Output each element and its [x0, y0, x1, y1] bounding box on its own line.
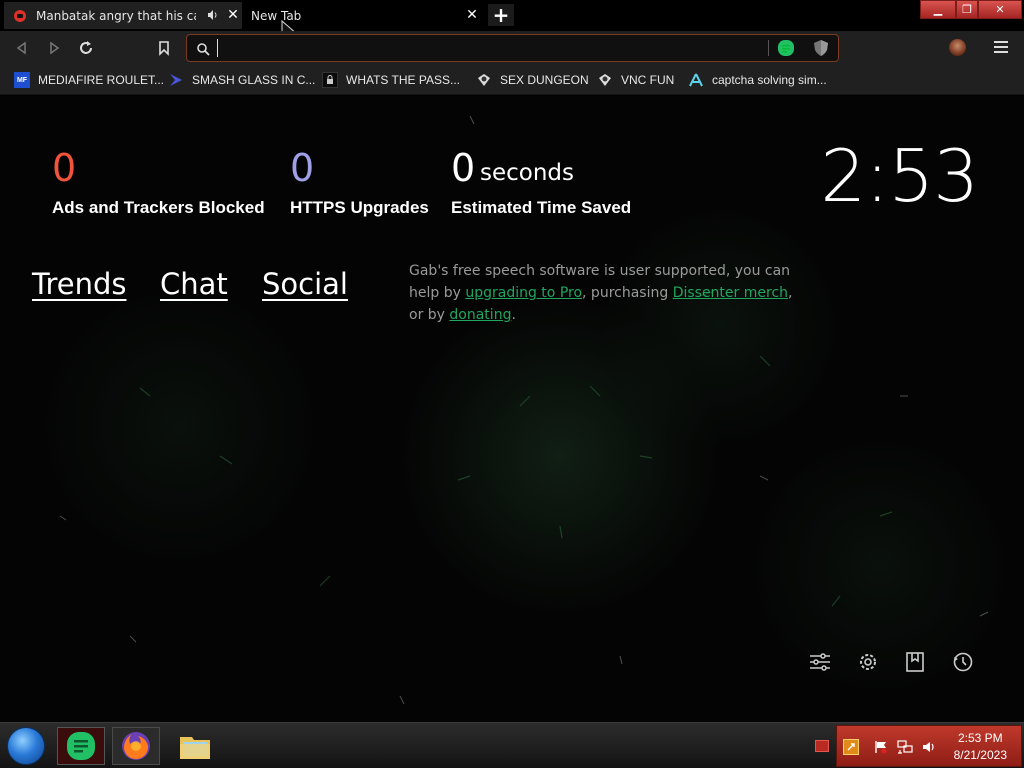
url-bar[interactable] — [186, 34, 839, 62]
gear-icon[interactable] — [855, 649, 881, 675]
time-saved-count: 0 — [451, 146, 476, 190]
tab-active[interactable]: Manbatak angry that his cage ✕ — [4, 2, 242, 29]
firefox-icon[interactable] — [112, 727, 160, 765]
bookmark-item[interactable]: SEX DUNGEON — [476, 71, 589, 89]
clock: 2:53 — [820, 134, 979, 218]
trends-link[interactable]: Trends — [32, 267, 126, 301]
upgrade-pro-link[interactable]: upgrading to Pro — [465, 285, 582, 301]
bookmarks-icon[interactable] — [902, 649, 928, 675]
lock-icon — [322, 72, 338, 88]
minimize-button[interactable]: ▁ — [920, 0, 956, 19]
vnc-eye-icon — [476, 72, 492, 88]
support-text: . — [511, 307, 516, 323]
speaker-icon[interactable] — [206, 8, 220, 22]
file-explorer-icon[interactable] — [171, 727, 219, 765]
notification-flag-icon[interactable] — [815, 740, 829, 752]
history-icon[interactable] — [950, 649, 976, 675]
search-icon — [196, 41, 210, 60]
mediafire-icon: MF — [14, 72, 30, 88]
bookmark-label: SEX DUNGEON — [500, 73, 589, 87]
bookmark-item[interactable]: VNC FUN — [597, 71, 674, 89]
shield-icon[interactable] — [813, 39, 829, 61]
dissenter-app-icon[interactable] — [57, 727, 105, 765]
url-bar-divider — [768, 40, 769, 56]
network-icon[interactable] — [897, 739, 913, 755]
bookmark-icon[interactable] — [153, 37, 175, 59]
merch-link[interactable]: Dissenter merch — [673, 285, 788, 301]
taskbar: 2:53 PM 8/21/2023 — [0, 722, 1024, 768]
action-center-flag-icon[interactable] — [873, 739, 889, 755]
start-orb-icon[interactable] — [2, 727, 50, 765]
bookmark-item[interactable]: WHATS THE PASS... — [322, 71, 460, 89]
bookmark-item[interactable]: SMASH GLASS IN C... — [168, 71, 315, 89]
https-upgrades-label: HTTPS Upgrades — [290, 198, 429, 217]
smash-glass-icon — [168, 72, 184, 88]
tab-close-icon[interactable]: ✕ — [465, 7, 479, 23]
social-link[interactable]: Social — [262, 267, 348, 301]
volume-icon[interactable] — [921, 739, 937, 755]
tab-bar: Manbatak angry that his cage ✕ New Tab ✕… — [0, 0, 1024, 44]
tray-clock[interactable]: 2:53 PM 8/21/2023 — [954, 730, 1007, 764]
tab-title: New Tab — [251, 8, 302, 23]
time-saved-label: Estimated Time Saved — [451, 198, 632, 217]
support-text: , purchasing — [582, 285, 673, 301]
toolbar — [0, 31, 1024, 65]
bookmark-label: captcha solving sim... — [712, 73, 827, 87]
chat-link[interactable]: Chat — [160, 267, 228, 301]
system-tray: 2:53 PM 8/21/2023 — [836, 725, 1022, 767]
dissenter-comments-icon[interactable] — [777, 39, 795, 61]
menu-icon[interactable] — [994, 40, 1008, 54]
forward-arrow-icon[interactable] — [43, 37, 65, 59]
sliders-icon[interactable] — [807, 649, 833, 675]
donate-link[interactable]: donating — [449, 307, 511, 323]
url-input[interactable] — [217, 39, 757, 57]
back-arrow-icon[interactable] — [11, 37, 33, 59]
tray-time: 2:53 PM — [957, 731, 1003, 745]
vnc-eye-icon — [597, 72, 613, 88]
bookmark-item[interactable]: MF MEDIAFIRE ROULET... — [14, 71, 164, 89]
close-window-button[interactable]: ✕ — [978, 0, 1022, 19]
restore-button[interactable]: ❐ — [956, 0, 978, 19]
ads-blocked-label: Ads and Trackers Blocked — [52, 198, 265, 217]
avatar[interactable] — [949, 39, 966, 56]
tray-app-icon[interactable] — [843, 739, 859, 755]
tray-date: 8/21/2023 — [953, 748, 1007, 762]
new-tab-page: 0 Ads and Trackers Blocked 0 HTTPS Upgra… — [0, 96, 1024, 722]
new-tab-button[interactable]: + — [488, 3, 514, 27]
time-saved-unit: seconds — [480, 160, 575, 186]
bookmarks-bar: MF MEDIAFIRE ROULET... SMASH GLASS IN C.… — [0, 65, 1024, 95]
tab-favicon-icon — [12, 8, 28, 24]
bookmark-label: WHATS THE PASS... — [346, 73, 461, 87]
tab-title: Manbatak angry that his cage — [36, 8, 196, 23]
tab-close-icon[interactable]: ✕ — [226, 7, 240, 23]
https-upgrades-count: 0 — [290, 146, 315, 190]
support-message: Gab's free speech software is user suppo… — [409, 260, 809, 326]
bookmark-label: MEDIAFIRE ROULET... — [38, 73, 165, 87]
bookmark-label: VNC FUN — [621, 73, 675, 87]
reload-icon[interactable] — [75, 37, 97, 59]
ads-blocked-count: 0 — [52, 146, 77, 190]
bookmark-item[interactable]: captcha solving sim... — [688, 71, 827, 89]
captcha-icon — [688, 72, 704, 88]
bookmark-label: SMASH GLASS IN C... — [192, 73, 316, 87]
